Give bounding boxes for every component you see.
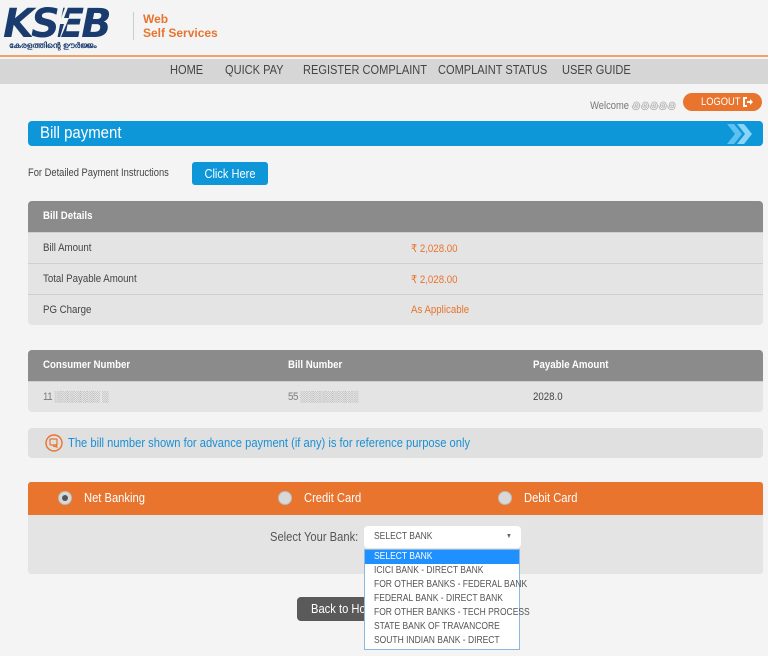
- column-header-consumer-number: Consumer Number: [43, 359, 131, 371]
- page-title-bar: Bill payment: [28, 121, 763, 146]
- bank-select-value: SELECT BANK: [374, 531, 433, 542]
- bank-option-label: FEDERAL BANK - DIRECT BANK: [374, 593, 503, 604]
- nav-quick-pay[interactable]: QUICK PAY: [225, 62, 284, 77]
- username: ꩜꩜꩜꩜꩜: [631, 100, 676, 112]
- bank-option-label: STATE BANK OF TRAVANCORE: [374, 621, 500, 632]
- reference-notice: The bill number shown for advance paymen…: [28, 428, 763, 458]
- double-chevron-icon: [727, 124, 752, 144]
- bank-option-label: FOR OTHER BANKS - FEDERAL BANK: [374, 579, 528, 590]
- table-row: Bill Amount ₹ 2,028.00: [28, 232, 763, 263]
- radio-selected-indicator[interactable]: [58, 490, 72, 505]
- consumer-number-value: 11 ░░░░░░░ ░: [43, 391, 109, 403]
- logout-label: LOGOUT: [701, 96, 741, 108]
- bank-option-label: ICICI BANK - DIRECT BANK: [374, 565, 484, 576]
- bank-dropdown-list[interactable]: SELECT BANK ICICI BANK - DIRECT BANK FOR…: [364, 549, 530, 650]
- dropdown-arrow-icon: ▼: [506, 533, 512, 540]
- column-header-bill-number: Bill Number: [288, 359, 343, 371]
- radio-credit-card[interactable]: Credit Card: [278, 490, 370, 505]
- row-value: As Applicable: [411, 304, 470, 316]
- radio-label: Net Banking: [84, 490, 145, 505]
- radio-indicator[interactable]: [498, 490, 512, 505]
- brand-line-2: Self Services: [143, 26, 218, 40]
- bill-details-title: Bill Details: [43, 210, 93, 222]
- logo-tagline: കേരളത്തിന്റെ ഊർജ്ജം: [9, 41, 97, 50]
- bank-option[interactable]: FEDERAL BANK - DIRECT BANK: [365, 592, 519, 606]
- notice-text: The bill number shown for advance paymen…: [68, 435, 471, 450]
- bill-number-value: 55 ░░░░░░░░░: [288, 391, 358, 403]
- column-header-payable-amount: Payable Amount: [533, 359, 609, 371]
- row-value: ₹ 2,028.00: [411, 243, 458, 255]
- lightning-bolt-icon: [58, 2, 70, 44]
- bank-option-label: SOUTH INDIAN BANK - DIRECT: [374, 635, 500, 646]
- bill-details-table: Bill Details Bill Amount ₹ 2,028.00 Tota…: [28, 201, 763, 325]
- bank-option-label: FOR OTHER BANKS - TECH PROCESS: [374, 607, 530, 618]
- welcome-label: Welcome: [590, 100, 629, 112]
- welcome-message: Welcome ꩜꩜꩜꩜꩜: [590, 97, 676, 113]
- bank-option-label: SELECT BANK: [374, 551, 433, 562]
- table-row: PG Charge As Applicable: [28, 294, 763, 325]
- consumer-bill-table: Consumer Number Bill Number Payable Amou…: [28, 350, 763, 412]
- click-here-label: Click Here: [204, 166, 256, 181]
- logout-icon: [743, 97, 753, 107]
- nav-home[interactable]: HOME: [170, 62, 203, 77]
- brand-subtitle: Web Self Services: [143, 12, 218, 40]
- radio-net-banking[interactable]: Net Banking: [58, 490, 155, 505]
- radio-debit-card[interactable]: Debit Card: [498, 490, 586, 505]
- select-bank-label: Select Your Bank:: [270, 529, 359, 544]
- logo-divider: [133, 12, 134, 40]
- bank-option[interactable]: FOR OTHER BANKS - TECH PROCESS: [365, 606, 530, 620]
- bill-details-header: Bill Details: [28, 201, 763, 232]
- bank-option[interactable]: FOR OTHER BANKS - FEDERAL BANK: [365, 578, 527, 592]
- kseb-logo[interactable]: KSEB കേരളത്തിന്റെ ഊർജ്ജം: [3, 2, 128, 52]
- bank-option[interactable]: SOUTH INDIAN BANK - DIRECT: [365, 634, 519, 648]
- nav-register-complaint[interactable]: REGISTER COMPLAINT: [303, 62, 427, 77]
- click-here-button[interactable]: Click Here: [192, 162, 268, 185]
- table-row: 11 ░░░░░░░ ░ 55 ░░░░░░░░░ 2028.0: [28, 381, 763, 412]
- radio-label: Debit Card: [524, 490, 578, 505]
- bank-select[interactable]: SELECT BANK ▼: [364, 526, 521, 548]
- row-value: ₹ 2,028.00: [411, 274, 458, 286]
- site-header: KSEB കേരളത്തിന്റെ ഊർജ്ജം Web Self Servic…: [0, 0, 768, 57]
- main-nav: HOME QUICK PAY REGISTER COMPLAINT COMPLA…: [0, 59, 768, 84]
- nav-complaint-status[interactable]: COMPLAINT STATUS: [438, 62, 547, 77]
- row-label: Total Payable Amount: [43, 273, 137, 285]
- bank-option[interactable]: ICICI BANK - DIRECT BANK: [365, 564, 519, 578]
- page-title: Bill payment: [40, 123, 122, 142]
- radio-label: Credit Card: [304, 490, 362, 505]
- radio-indicator[interactable]: [278, 490, 292, 505]
- consumer-table-header: Consumer Number Bill Number Payable Amou…: [28, 350, 763, 381]
- bank-option[interactable]: STATE BANK OF TRAVANCORE: [365, 620, 519, 634]
- nav-user-guide[interactable]: USER GUIDE: [562, 62, 631, 77]
- bank-option[interactable]: SELECT BANK: [365, 550, 519, 564]
- info-refresh-icon: [45, 434, 63, 452]
- payment-method-tabs: Net Banking Credit Card Debit Card: [28, 482, 763, 515]
- instructions-text: For Detailed Payment Instructions: [28, 167, 169, 179]
- payable-amount-value: 2028.0: [533, 391, 563, 403]
- logout-button[interactable]: LOGOUT: [683, 93, 762, 111]
- brand-line-1: Web: [143, 12, 169, 26]
- row-label: PG Charge: [43, 304, 92, 316]
- row-label: Bill Amount: [43, 242, 92, 254]
- table-row: Total Payable Amount ₹ 2,028.00: [28, 263, 763, 294]
